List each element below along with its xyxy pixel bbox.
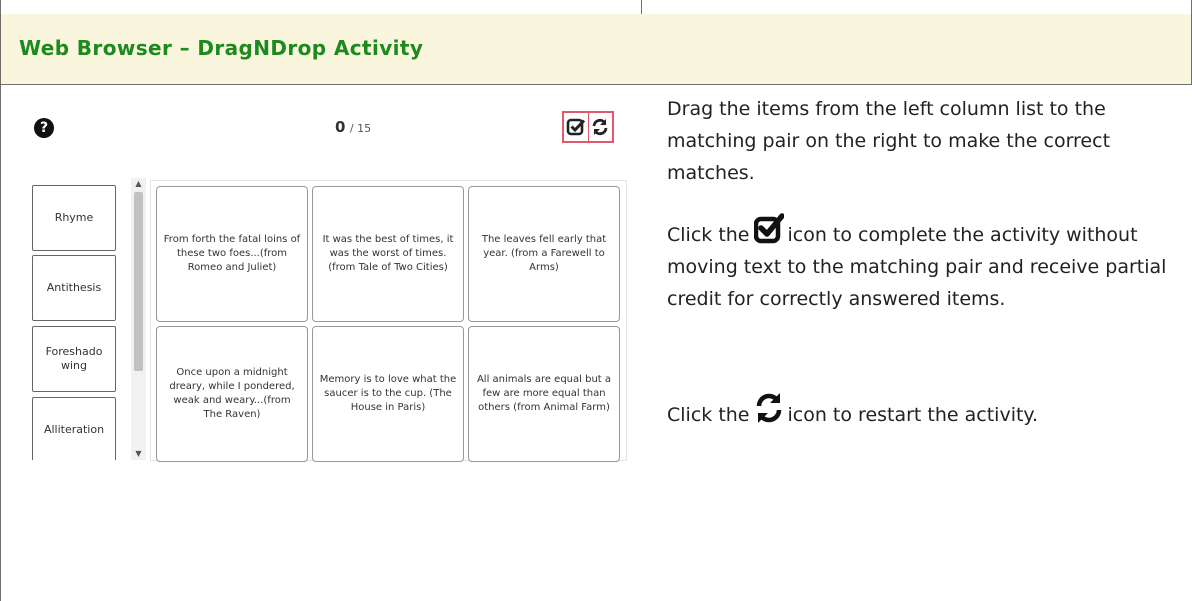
restart-activity-button[interactable] (587, 113, 613, 141)
terms-list: Rhyme Antithesis Foreshado wing Allitera… (32, 185, 117, 460)
terms-scrollbar[interactable]: ▲ ▼ (131, 178, 146, 460)
target-farewell-arms[interactable]: The leaves fell early that year. (from a… (468, 186, 620, 322)
check-square-icon (566, 118, 585, 136)
term-item-foreshadowing[interactable]: Foreshado wing (32, 326, 116, 392)
section-header: Web Browser – DragNDrop Activity (0, 14, 1192, 85)
refresh-icon (592, 118, 608, 136)
instruction-restart: Click the icon to restart the activity. (667, 391, 1187, 431)
term-item-rhyme[interactable]: Rhyme (32, 185, 116, 251)
top-table-strip (0, 0, 1192, 15)
instruction-drag: Drag the items from the left column list… (667, 98, 1111, 184)
score-total: / 15 (349, 122, 372, 135)
scroll-up-arrow-icon[interactable]: ▲ (131, 178, 146, 190)
term-item-alliteration[interactable]: Alliteration (32, 397, 116, 460)
targets-grid: From forth the fatal loins of these two … (150, 180, 627, 462)
target-tale-two-cities[interactable]: It was the best of times, it was the wor… (312, 186, 464, 322)
score-counter: 0 / 15 (335, 118, 371, 136)
question-circle-icon[interactable]: ? (34, 118, 54, 138)
instruction-restart-after: icon to restart the activity. (787, 404, 1039, 426)
scroll-down-arrow-icon[interactable]: ▼ (131, 448, 146, 460)
target-romeo-juliet[interactable]: From forth the fatal loins of these two … (156, 186, 308, 322)
instruction-restart-before: Click the (667, 404, 750, 426)
section-title: Web Browser – DragNDrop Activity (19, 36, 424, 60)
term-item-antithesis[interactable]: Antithesis (32, 255, 116, 321)
target-house-in-paris[interactable]: Memory is to love what the saucer is to … (312, 326, 464, 462)
dragndrop-activity-preview: ? 0 / 15 Rhyme Antithesis Foreshado wing… (1, 85, 642, 462)
scrollbar-thumb[interactable] (134, 192, 143, 371)
score-current: 0 (335, 118, 346, 136)
target-animal-farm[interactable]: All animals are equal but a few are more… (468, 326, 620, 462)
refresh-icon (756, 393, 781, 423)
instruction-complete-before: Click the (667, 224, 750, 246)
activity-toolbar (562, 111, 614, 143)
target-the-raven[interactable]: Once upon a midnight dreary, while I pon… (156, 326, 308, 462)
instruction-complete: Click the icon to complete the activity … (667, 211, 1187, 315)
complete-activity-button[interactable] (564, 113, 588, 141)
check-square-icon (753, 213, 784, 244)
